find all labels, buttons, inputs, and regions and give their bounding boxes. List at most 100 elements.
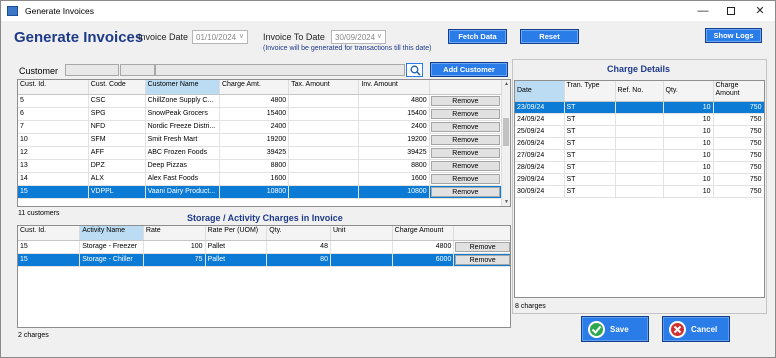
col-activity-name[interactable]: Activity Name (79, 226, 144, 241)
cust-code-cell: NFD (88, 120, 146, 134)
charge-amount-cell: 750 (713, 149, 764, 162)
remove-cell: Remove (429, 159, 503, 173)
customer-row[interactable]: 14 ALX Alex Fast Foods 1600 1600 Remove (18, 172, 503, 186)
col-inv-amount[interactable]: Inv. Amount (358, 80, 430, 95)
col-qty[interactable]: Qty. (663, 81, 714, 102)
col-charge-amount[interactable]: Charge Amount (392, 226, 455, 241)
customer-id-filter[interactable] (65, 64, 119, 76)
remove-button[interactable]: Remove (455, 254, 510, 265)
remove-button[interactable]: Remove (455, 241, 510, 252)
col-tax-amount[interactable]: Tax. Amount (288, 80, 360, 95)
tax-amount-cell (288, 107, 360, 121)
save-button[interactable]: Save (581, 316, 649, 342)
charge-amt-cell: 4800 (219, 94, 290, 108)
save-label: Save (610, 325, 629, 334)
remove-cell: Remove (453, 240, 510, 254)
fetch-data-button[interactable]: Fetch Data (448, 29, 507, 44)
customer-row[interactable]: 6 SPG SnowPeak Grocers 15400 15400 Remove (18, 107, 503, 121)
customer-row[interactable]: 7 NFD Nordic Freeze Distri... 2400 2400 Remov… (18, 120, 503, 134)
col-qty[interactable]: Qty. (266, 226, 331, 241)
date-cell: 27/09/24 (515, 149, 565, 162)
cust-id-cell: 15 (18, 185, 89, 199)
charge-row[interactable]: 29/09/24 ST 10 750 (515, 173, 764, 186)
col-cust-code[interactable]: Cust. Code (88, 80, 146, 95)
customer-code-filter[interactable] (120, 64, 155, 76)
customer-name-filter[interactable] (155, 64, 405, 76)
minimize-button[interactable]: — (689, 3, 717, 19)
col-tran-type[interactable]: Tran. Type (564, 81, 616, 102)
remove-button[interactable]: Remove (430, 121, 500, 132)
qty-cell: 10 (663, 173, 714, 186)
add-customer-button[interactable]: Add Customer (430, 62, 508, 77)
scroll-down-arrow[interactable]: ▼ (502, 199, 510, 205)
date-cell: 23/09/24 (515, 101, 565, 114)
remove-button[interactable]: Remove (430, 108, 500, 119)
remove-button[interactable]: Remove (430, 95, 500, 106)
customer-row[interactable]: 5 CSC ChillZone Supply C... 4800 4800 Remove (18, 94, 503, 108)
qty-cell: 10 (663, 149, 714, 162)
scroll-thumb[interactable] (503, 118, 509, 146)
search-icon (410, 65, 421, 76)
cust-code-cell: DPZ (88, 159, 146, 173)
invoice-to-date-picker[interactable]: 30/09/2024 ∨ (331, 30, 386, 44)
customers-header-row: Cust. Id. Cust. Code Customer Name Charg… (18, 80, 503, 95)
charge-row[interactable]: 23/09/24 ST 10 750 (515, 101, 764, 114)
customers-scrollbar[interactable]: ▲ ▼ (501, 80, 510, 206)
charge-row[interactable]: 30/09/24 ST 10 750 (515, 185, 764, 198)
reset-button[interactable]: Reset (520, 29, 579, 44)
close-button[interactable]: ✕ (746, 3, 774, 19)
charge-row[interactable]: 25/09/24 ST 10 750 (515, 125, 764, 138)
customer-row[interactable]: 10 SFM Smit Fresh Mart 19200 19200 Remove (18, 133, 503, 147)
date-cell: 24/09/24 (515, 113, 565, 126)
inv-amount-cell: 39425 (358, 146, 430, 160)
customer-name-cell: Nordic Freeze Distri... (145, 120, 220, 134)
remove-button[interactable]: Remove (430, 160, 500, 171)
remove-cell: Remove (429, 146, 503, 160)
remove-button[interactable]: Remove (430, 186, 500, 197)
show-logs-button[interactable]: Show Logs (705, 28, 762, 43)
col-charge-amt[interactable]: Charge Amt. (219, 80, 290, 95)
maximize-button[interactable] (717, 3, 745, 19)
remove-button[interactable]: Remove (430, 147, 500, 158)
col-ref-no[interactable]: Ref. No. (615, 81, 664, 102)
storage-row[interactable]: 15 Storage - Freezer 100 Pallet 48 4800 Remove (18, 240, 510, 254)
col-date[interactable]: Date (515, 81, 565, 102)
cust-id-cell: 5 (18, 94, 89, 108)
ref-no-cell (615, 113, 664, 126)
customers-count: 11 customers (18, 210, 60, 217)
col-customer-name[interactable]: Customer Name (145, 80, 220, 95)
charge-amount-cell: 750 (713, 113, 764, 126)
charge-row[interactable]: 28/09/24 ST 10 750 (515, 161, 764, 174)
col-cust-id[interactable]: Cust. Id. (18, 80, 89, 95)
remove-button[interactable]: Remove (430, 173, 500, 184)
cust-id-cell: 6 (18, 107, 89, 121)
col-rate[interactable]: Rate (143, 226, 206, 241)
rate-cell: 75 (143, 253, 206, 267)
col-action (453, 226, 510, 241)
customer-row[interactable]: 13 DPZ Deep Pizzas 8800 8800 Remove (18, 159, 503, 173)
customer-name-cell: ABC Frozen Foods (145, 146, 220, 160)
charge-row[interactable]: 26/09/24 ST 10 750 (515, 137, 764, 150)
charge-row[interactable]: 24/09/24 ST 10 750 (515, 113, 764, 126)
remove-cell: Remove (429, 185, 503, 199)
charge-amount-cell: 750 (713, 161, 764, 174)
invoice-date-note: (Invoice will be generated for transacti… (263, 45, 432, 52)
cust-id-cell: 14 (18, 172, 89, 186)
charge-row[interactable]: 27/09/24 ST 10 750 (515, 149, 764, 162)
cancel-button[interactable]: Cancel (662, 316, 730, 342)
tran-type-cell: ST (564, 185, 616, 198)
col-charge-amount[interactable]: Charge Amount (713, 81, 764, 102)
storage-grid: Cust. Id. Activity Name Rate Rate Per (U… (17, 225, 511, 328)
col-unit[interactable]: Unit (330, 226, 393, 241)
customer-row[interactable]: 12 AFF ABC Frozen Foods 39425 39425 Remove (18, 146, 503, 160)
search-button[interactable] (406, 63, 423, 77)
storage-row[interactable]: 15 Storage - Chiller 75 Pallet 80 6000 Remove (18, 253, 510, 267)
remove-button[interactable]: Remove (430, 134, 500, 145)
col-rate-per-uom[interactable]: Rate Per (UOM) (205, 226, 268, 241)
charge-amount-cell: 750 (713, 185, 764, 198)
scroll-up-arrow[interactable]: ▲ (502, 81, 510, 87)
col-cust-id[interactable]: Cust. Id. (18, 226, 81, 241)
qty-cell: 10 (663, 101, 714, 114)
customer-row[interactable]: 15 VDPPL Vaani Dairy Product... 10800 10800 R… (18, 185, 503, 199)
invoice-date-picker[interactable]: 01/10/2024 ∨ (192, 30, 248, 44)
